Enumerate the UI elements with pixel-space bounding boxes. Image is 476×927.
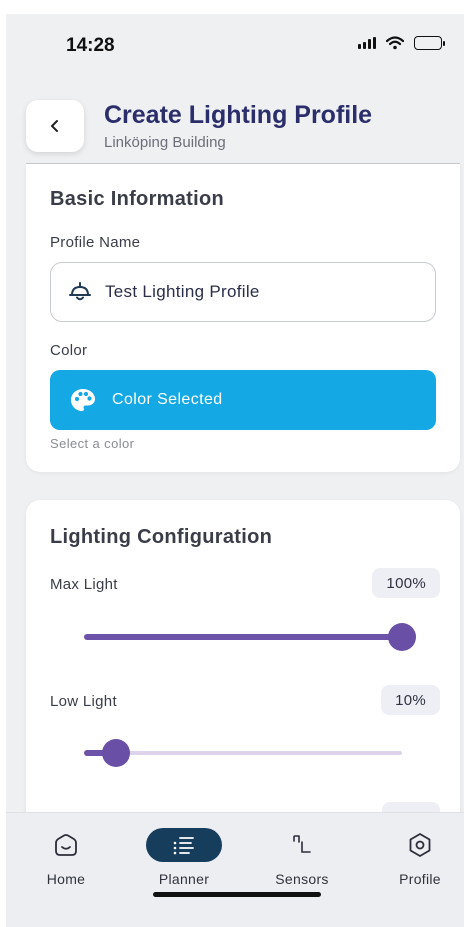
lighting-configuration-card: Lighting Configuration Max Light 100% Lo… bbox=[26, 500, 460, 840]
page-subtitle: Linköping Building bbox=[104, 134, 226, 151]
home-indicator bbox=[153, 892, 321, 897]
ceiling-lamp-icon bbox=[69, 282, 91, 301]
basic-information-card: Basic Information Profile Name Test Ligh… bbox=[26, 164, 460, 472]
max-light-slider-fill bbox=[84, 634, 402, 640]
bottom-navigation: Home Planner Sensors Profile bbox=[6, 812, 464, 927]
back-button[interactable] bbox=[26, 100, 84, 152]
palette-icon bbox=[71, 389, 95, 411]
nav-item-planner[interactable]: Planner bbox=[134, 827, 234, 887]
nav-label-home: Home bbox=[46, 871, 86, 887]
low-light-slider-thumb[interactable] bbox=[101, 739, 130, 767]
low-light-slider-track bbox=[84, 751, 402, 755]
profile-name-value: Test Lighting Profile bbox=[105, 282, 260, 301]
nav-label-profile: Profile bbox=[399, 871, 441, 887]
phone-screen: 14:28 Create Lighting Profile Linköping … bbox=[6, 14, 464, 927]
battery-icon bbox=[414, 36, 445, 50]
max-light-slider[interactable] bbox=[84, 622, 416, 652]
header: Create Lighting Profile Linköping Buildi… bbox=[6, 96, 464, 166]
home-icon bbox=[55, 834, 77, 856]
chevron-left-icon bbox=[51, 120, 58, 132]
sensor-icon bbox=[293, 835, 311, 853]
cellular-signal-icon bbox=[358, 37, 376, 49]
wifi-icon bbox=[386, 36, 404, 50]
page-title: Create Lighting Profile bbox=[104, 101, 373, 129]
nav-label-planner: Planner bbox=[158, 871, 210, 887]
max-light-label: Max Light bbox=[50, 576, 118, 593]
max-light-value-badge: 100% bbox=[372, 568, 440, 598]
profile-icon bbox=[409, 833, 431, 857]
status-bar: 14:28 bbox=[6, 14, 464, 66]
nav-item-home[interactable]: Home bbox=[16, 827, 116, 887]
color-button-label: Color Selected bbox=[112, 391, 223, 408]
max-light-slider-thumb[interactable] bbox=[388, 623, 416, 651]
color-hint: Select a color bbox=[50, 436, 135, 451]
profile-name-label: Profile Name bbox=[50, 234, 141, 251]
nav-item-sensors[interactable]: Sensors bbox=[252, 827, 352, 887]
lighting-configuration-title: Lighting Configuration bbox=[50, 526, 273, 548]
nav-active-indicator bbox=[146, 828, 222, 862]
low-light-slider[interactable] bbox=[84, 738, 402, 768]
nav-label-sensors: Sensors bbox=[275, 871, 329, 887]
color-picker-button[interactable]: Color Selected bbox=[50, 370, 436, 430]
profile-name-input[interactable]: Test Lighting Profile bbox=[50, 262, 436, 322]
low-light-label: Low Light bbox=[50, 693, 117, 710]
planner-icon bbox=[173, 837, 194, 855]
low-light-value-badge: 10% bbox=[381, 685, 440, 715]
nav-item-profile[interactable]: Profile bbox=[370, 827, 464, 887]
color-label: Color bbox=[50, 342, 88, 359]
basic-information-title: Basic Information bbox=[50, 188, 225, 210]
status-icons bbox=[358, 36, 445, 50]
status-time: 14:28 bbox=[66, 35, 115, 56]
